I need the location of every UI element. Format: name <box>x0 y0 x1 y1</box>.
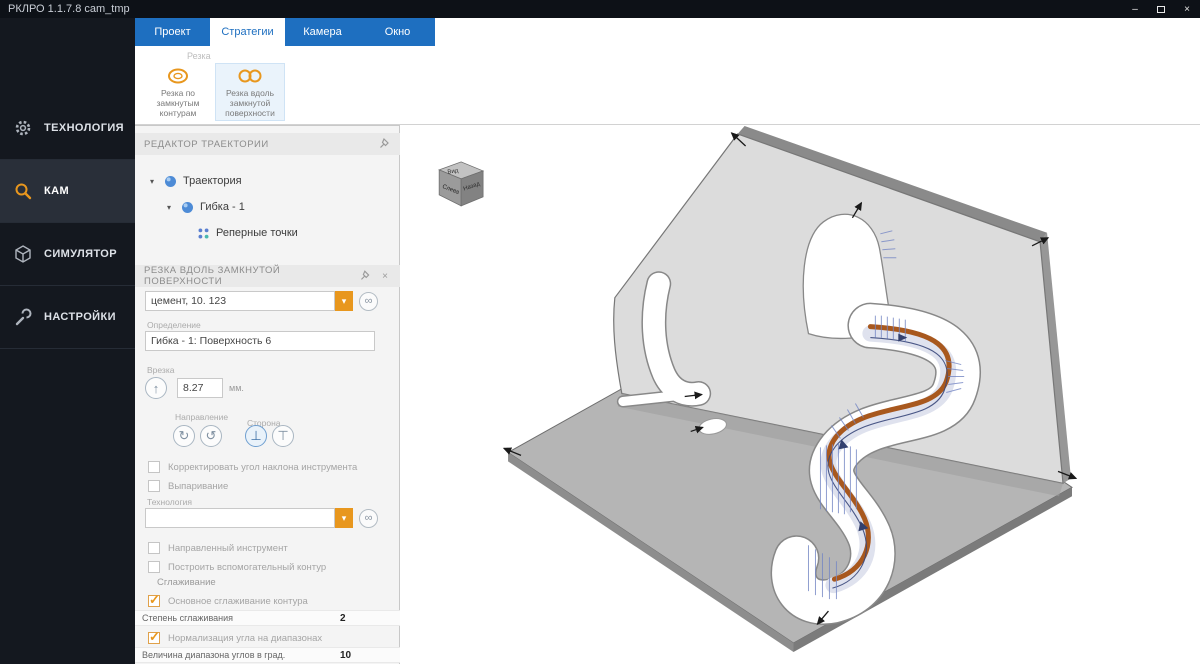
ribbon-button-caption: Резка вдоль замкнутой поверхности <box>225 88 275 118</box>
close-icon[interactable]: × <box>380 270 391 282</box>
smoothing-section-label: Сглаживание <box>157 577 216 588</box>
sidebar: ТЕХНОЛОГИЯ КАМ СИМУЛЯТОР НАСТРОЙКИ <box>0 18 135 664</box>
checkbox[interactable] <box>148 629 160 645</box>
sidebar-item-cam[interactable]: КАМ <box>0 160 135 223</box>
checkbox[interactable] <box>148 561 160 573</box>
technology-link-button[interactable]: ∞ <box>359 509 378 528</box>
title-bar: РКЛРО 1.1.7.8 cam_tmp – × <box>0 0 1200 18</box>
strategy-panel-header: РЕЗКА ВДОЛЬ ЗАМКНУТОЙ ПОВЕРХНОСТИ × <box>135 265 400 287</box>
plunge-depth-input[interactable] <box>177 378 223 398</box>
trajectory-node-icon <box>165 175 176 187</box>
sidebar-item-simulator[interactable]: СИМУЛЯТОР <box>0 223 135 286</box>
checkbox[interactable] <box>148 542 160 554</box>
checkbox-angle-normalization[interactable]: Нормализация угла на диапазонах <box>148 629 322 645</box>
tab-window[interactable]: Окно <box>360 18 435 46</box>
panel-title: РЕДАКТОР ТРАЕКТОРИИ <box>144 138 269 150</box>
ribbon-tab-bar: Проект Стратегии Камера Окно <box>135 18 1200 46</box>
angle-range-label: Величина диапазона углов в град. <box>142 650 286 660</box>
panel-title: РЕЗКА ВДОЛЬ ЗАМКНУТОЙ ПОВЕРХНОСТИ <box>144 265 281 287</box>
definition-label: Определение <box>147 320 201 330</box>
smoothing-degree-row[interactable]: Степень сглаживания 2 <box>135 610 400 626</box>
reference-points-icon <box>198 228 209 238</box>
plunge-unit-label: мм. <box>229 383 244 393</box>
sidebar-item-label: СИМУЛЯТОР <box>44 248 117 260</box>
3d-viewport[interactable]: Вид Слева Назад <box>401 126 1200 664</box>
direction-label: Направление <box>175 412 229 422</box>
cut-along-closed-surface-button[interactable]: Резка вдоль замкнутой поверхности <box>215 63 285 121</box>
wrench-icon <box>15 308 32 326</box>
tree-node-reference-points[interactable]: Реперные точки <box>197 223 298 243</box>
sidebar-item-label: ТЕХНОЛОГИЯ <box>44 122 124 134</box>
checkbox-correct-tool-angle[interactable]: Корректировать угол наклона инструмента <box>148 460 357 474</box>
pin-icon[interactable] <box>360 270 371 282</box>
ribbon: Резка Резка по замкнутым контурам Резка … <box>135 46 1200 125</box>
checkbox[interactable] <box>148 592 160 608</box>
sidebar-item-label: НАСТРОЙКИ <box>44 311 116 323</box>
maximize-button[interactable] <box>1148 0 1174 18</box>
window-title: РКЛРО 1.1.7.8 cam_tmp <box>8 3 130 15</box>
technology-label: Технология <box>147 497 192 507</box>
side-bottom-button[interactable]: ⊥ <box>245 425 267 447</box>
cut-closed-contours-button[interactable]: Резка по замкнутым контурам <box>143 63 213 121</box>
definition-input[interactable] <box>145 331 375 351</box>
smoothing-degree-label: Степень сглаживания <box>142 613 234 623</box>
technology-dropdown-button[interactable]: ▾ <box>335 508 353 528</box>
checkbox-evaporation[interactable]: Выпаривание <box>148 479 228 493</box>
trajectory-editor-header: РЕДАКТОР ТРАЕКТОРИИ <box>135 133 400 155</box>
closed-contour-cut-icon <box>168 68 188 84</box>
gear-icon <box>15 120 31 136</box>
tab-project[interactable]: Проект <box>135 18 210 46</box>
direction-ccw-button[interactable]: ↺ <box>200 425 222 447</box>
ribbon-button-caption: Резка по замкнутым контурам <box>156 88 200 118</box>
checkbox[interactable] <box>148 461 160 473</box>
angle-range-row[interactable]: Величина диапазона углов в град. 10 <box>135 647 400 663</box>
cube-icon <box>15 245 31 263</box>
angle-range-value[interactable]: 10 <box>340 650 351 661</box>
tab-camera[interactable]: Камера <box>285 18 360 46</box>
pin-icon[interactable] <box>379 138 391 150</box>
smoothing-degree-value[interactable]: 2 <box>340 613 346 624</box>
sidebar-item-label: КАМ <box>44 185 70 197</box>
checkbox-main-smoothing[interactable]: Основное сглаживание контура <box>148 592 308 608</box>
maximize-icon <box>1157 5 1165 13</box>
chevron-down-icon[interactable]: ▾ <box>167 203 175 212</box>
left-panel: РЕДАКТОР ТРАЕКТОРИИ ▾ Траектория ▾ Гибка… <box>135 125 400 664</box>
3d-scene[interactable]: Вид Слева Назад <box>401 126 1200 664</box>
chevron-down-icon[interactable]: ▾ <box>150 177 158 186</box>
sidebar-item-settings[interactable]: НАСТРОЙКИ <box>0 286 135 349</box>
plunge-label: Врезка <box>147 365 175 375</box>
checkbox-auxiliary-contour[interactable]: Построить вспомогательный контур <box>148 560 326 574</box>
material-dropdown-button[interactable]: ▾ <box>335 291 353 311</box>
checkbox-directed-tool[interactable]: Направленный инструмент <box>148 541 288 555</box>
minimize-button[interactable]: – <box>1122 0 1148 18</box>
window-controls: – × <box>1122 0 1200 18</box>
checkbox[interactable] <box>148 480 160 492</box>
material-link-button[interactable]: ∞ <box>359 292 378 311</box>
magnifier-icon <box>15 183 32 200</box>
tree-node-label: Гибка - 1 <box>200 201 245 213</box>
tree-node-label: Траектория <box>183 175 242 187</box>
tab-strategies[interactable]: Стратегии <box>210 18 285 46</box>
tree-node-bend[interactable]: ▾ Гибка - 1 <box>167 197 245 217</box>
sheet-metal-part[interactable] <box>502 126 1078 653</box>
technology-input[interactable] <box>145 508 335 528</box>
material-input[interactable] <box>145 291 335 311</box>
tree-node-label: Реперные точки <box>216 227 298 239</box>
close-button[interactable]: × <box>1174 0 1200 18</box>
bend-node-icon <box>182 201 193 213</box>
direction-cw-button[interactable]: ↻ <box>173 425 195 447</box>
plunge-direction-icon[interactable]: ↑ <box>145 377 167 399</box>
tree-node-trajectory[interactable]: ▾ Траектория <box>150 171 242 191</box>
side-top-button[interactable]: ⊤ <box>272 425 294 447</box>
ribbon-group-label: Резка <box>187 51 211 61</box>
view-navigation-cube[interactable]: Вид Слева Назад <box>438 161 485 207</box>
sidebar-item-technology[interactable]: ТЕХНОЛОГИЯ <box>0 97 135 160</box>
closed-surface-cut-icon <box>238 69 262 83</box>
